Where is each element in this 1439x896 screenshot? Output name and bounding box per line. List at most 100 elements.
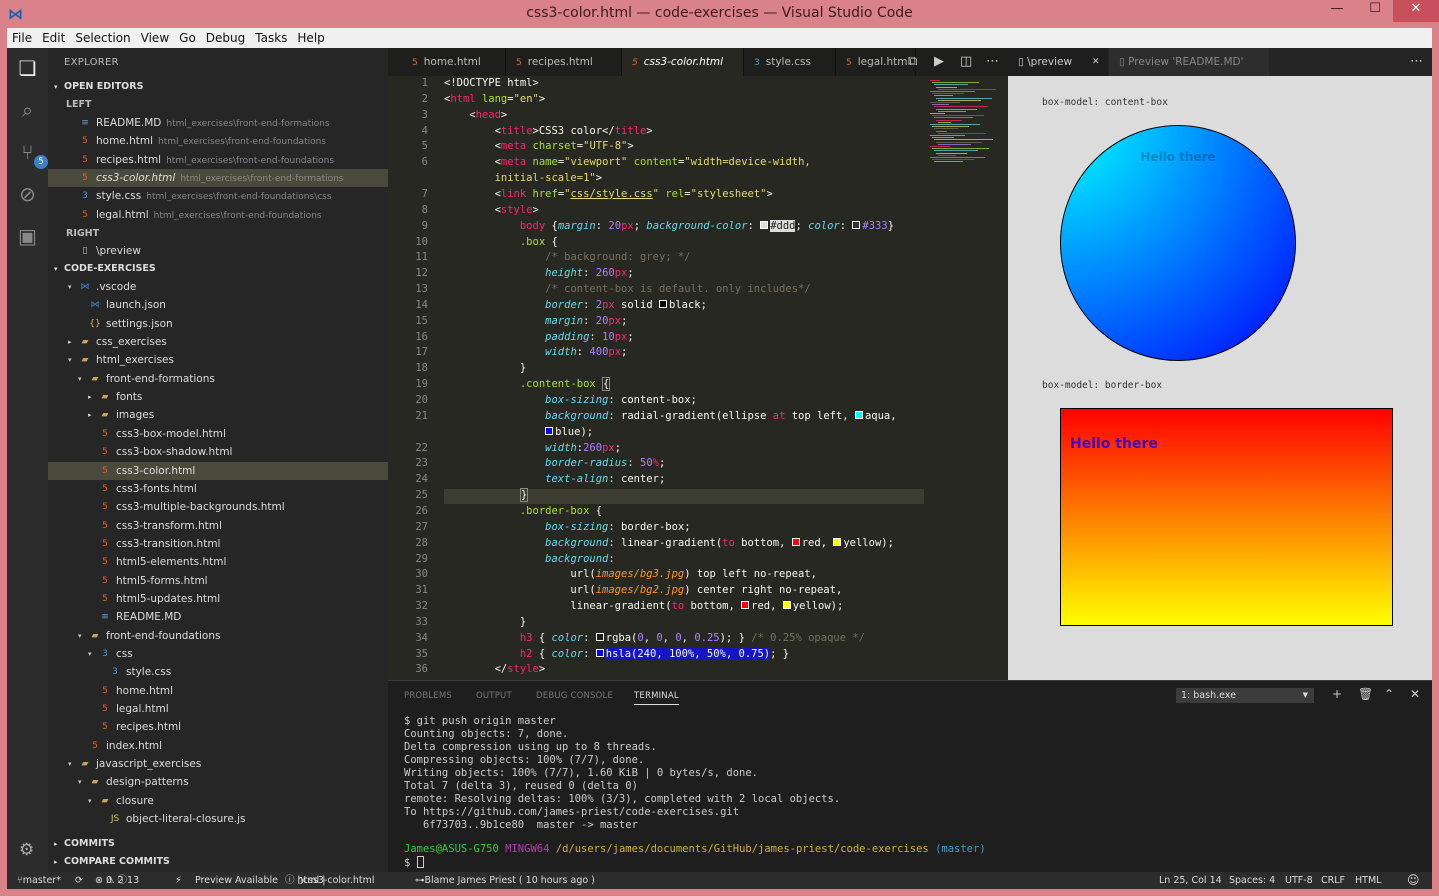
tree-item[interactable]: ▾ ▰ front-end-formations	[48, 370, 388, 388]
tab-debug-console[interactable]: DEBUG CONSOLE	[536, 691, 613, 701]
tree-item[interactable]: 5 index.html	[48, 737, 388, 755]
extensions-icon[interactable]: ▣	[15, 224, 40, 249]
more-icon[interactable]: ⋯	[986, 54, 999, 69]
maximize-button[interactable]: ☐	[1358, 0, 1392, 22]
preview-available[interactable]: Preview Available	[195, 872, 278, 889]
tree-item[interactable]: ▾ ▰ javascript_exercises	[48, 755, 388, 773]
terminal-output[interactable]: $ git push origin master Counting objects…	[404, 715, 840, 832]
tree-item[interactable]: 5 home.html html_exercises\front-end-found…	[48, 132, 388, 150]
language-mode[interactable]: HTML	[1355, 872, 1381, 889]
menu-help[interactable]: Help	[292, 28, 329, 47]
commits-header[interactable]: ▸ COMMITS	[48, 835, 388, 853]
tree-item[interactable]: 3 style.css	[48, 663, 388, 681]
open-changes-icon[interactable]: ⧉	[908, 54, 917, 69]
compare-commits-header[interactable]: ▸ COMPARE COMMITS	[48, 853, 388, 871]
menu-go[interactable]: Go	[174, 28, 201, 47]
maximize-panel-icon[interactable]: ⌃	[1384, 687, 1394, 701]
tree-item[interactable]: 5 css3-transition.html	[48, 535, 388, 553]
indentation[interactable]: Spaces: 4	[1229, 872, 1275, 889]
branch-status[interactable]: ⑂ master*	[17, 872, 61, 889]
tree-item[interactable]: JS object-literal-closure.js	[48, 810, 388, 828]
code-line: <meta name="viewport" content="width=dev…	[444, 156, 811, 169]
minimap-line	[932, 148, 989, 150]
trash-icon[interactable]: 🗑	[1358, 687, 1373, 701]
terminal-select[interactable]: 1: bash.exe ▼	[1176, 688, 1314, 703]
tree-item[interactable]: ▾ ▰ design-patterns	[48, 773, 388, 791]
add-terminal-icon[interactable]: +	[1332, 687, 1342, 701]
menu-selection[interactable]: Selection	[70, 28, 135, 47]
menu-tasks[interactable]: Tasks	[250, 28, 292, 47]
open-editors-header[interactable]: ▾ OPEN EDITORS	[48, 78, 388, 96]
encoding[interactable]: UTF-8	[1285, 872, 1313, 889]
tree-item[interactable]: 5 html5-elements.html	[48, 553, 388, 571]
tree-item[interactable]: 5 css3-box-model.html	[48, 425, 388, 443]
tree-item[interactable]: 5 html5-forms.html	[48, 572, 388, 590]
tab-css3-color-html[interactable]: 5 css3-color.html	[622, 48, 744, 76]
terminal-input-line[interactable]: $	[404, 856, 424, 870]
tree-item[interactable]: ≡ README.MD	[48, 608, 388, 626]
close-tab-icon[interactable]: ✕	[1092, 48, 1100, 76]
tree-item[interactable]: 5 css3-transform.html	[48, 517, 388, 535]
tree-item[interactable]: 5 legal.html	[48, 700, 388, 718]
tree-item[interactable]: ▯ \preview	[48, 242, 388, 260]
tree-item[interactable]: 5 html5-updates.html	[48, 590, 388, 608]
gear-icon[interactable]: ⚙	[19, 840, 34, 860]
menu-file[interactable]: File	[7, 28, 37, 47]
folder-icon: ▰	[91, 630, 99, 641]
tree-item[interactable]: ▸ ▰ fonts	[48, 388, 388, 406]
tree-item[interactable]: 5 css3-color.html html_exercises\front-end…	[48, 168, 388, 187]
feedback-smiley-icon[interactable]: ☺	[1407, 872, 1420, 889]
tree-item[interactable]: ▸ ▰ images	[48, 406, 388, 424]
html-file-status[interactable]: ⓘ html | ▯ css3-color.html	[285, 872, 375, 889]
tree-item[interactable]: ▾ ▰ front-end-foundations	[48, 627, 388, 645]
tree-item[interactable]: {} settings.json	[48, 315, 388, 333]
tree-item[interactable]: ▸ ▰ css_exercises	[48, 333, 388, 351]
tree-item[interactable]: ⋈ launch.json	[48, 296, 388, 314]
tree-item[interactable]: ▾ ⋈ .vscode	[48, 278, 388, 296]
menu-debug[interactable]: Debug	[201, 28, 250, 47]
menu-view[interactable]: View	[136, 28, 174, 47]
menu-edit[interactable]: Edit	[37, 28, 70, 47]
tree-item[interactable]: 5 css3-fonts.html	[48, 480, 388, 498]
tab-problems[interactable]: PROBLEMS	[404, 691, 452, 701]
tree-item[interactable]: ≡ README.MD html_exercises\front-end-forma…	[48, 114, 388, 132]
tab-terminal[interactable]: TERMINAL	[634, 691, 679, 705]
tree-item[interactable]: 5 css3-multiple-backgrounds.html	[48, 498, 388, 516]
tree-item[interactable]: ▾ ▰ html_exercises	[48, 351, 388, 369]
more-icon[interactable]: ⋯	[1410, 54, 1423, 69]
tree-item[interactable]: 5 home.html	[48, 682, 388, 700]
tab-legal-html[interactable]: 5 legal.html	[836, 48, 916, 76]
line-endings[interactable]: CRLF	[1321, 872, 1345, 889]
search-icon[interactable]: ⌕	[15, 98, 40, 123]
tab-readme-preview[interactable]: ▯ Preview 'README.MD'	[1109, 48, 1269, 76]
close-panel-icon[interactable]: ✕	[1410, 687, 1420, 701]
tree-item[interactable]: 3 style.css html_exercises\front-end-found…	[48, 187, 388, 205]
debug-icon[interactable]: ⊘	[15, 182, 40, 207]
tab-preview[interactable]: ▯ \preview ✕	[1008, 48, 1108, 76]
tab-home-html[interactable]: 5 home.html	[402, 48, 506, 76]
cursor-position[interactable]: Ln 25, Col 14	[1159, 872, 1222, 889]
tree-item[interactable]: 5 recipes.html html_exercises\front-end-fo…	[48, 151, 388, 169]
sync-icon[interactable]: ⟳	[75, 872, 83, 889]
minimap[interactable]	[924, 76, 1008, 680]
tree-item[interactable]: ▾ 3 css	[48, 645, 388, 663]
tree-item[interactable]: ▾ ▰ closure	[48, 792, 388, 810]
run-icon[interactable]: ▶	[934, 54, 944, 69]
source-control-icon[interactable]: ⑂ 5	[15, 140, 48, 169]
tab-recipes-html[interactable]: 5 recipes.html	[506, 48, 622, 76]
tree-item[interactable]: 5 css3-color.html	[48, 461, 388, 480]
problems-status[interactable]: ⊗ 0 ⚠ 2 ⓘ 13	[95, 872, 139, 889]
tab-style-css[interactable]: 3 style.css	[744, 48, 836, 76]
minimize-button[interactable]: —	[1320, 0, 1354, 22]
tab-output[interactable]: OUTPUT	[476, 691, 512, 701]
explorer-icon[interactable]: ❏	[15, 56, 40, 81]
project-header[interactable]: ▾ CODE-EXERCISES	[48, 260, 388, 278]
code-area[interactable]: <!DOCTYPE html> <html lang="en"> <head> <…	[444, 76, 924, 680]
split-editor-icon[interactable]: ◫	[960, 54, 972, 69]
close-button[interactable]: ✕	[1393, 0, 1439, 22]
tree-item[interactable]: 5 css3-box-shadow.html	[48, 443, 388, 461]
tree-item[interactable]: 5 legal.html html_exercises\front-end-foun…	[48, 206, 388, 224]
html5-icon: 5	[102, 575, 108, 586]
tree-item[interactable]: 5 recipes.html	[48, 718, 388, 736]
blame-status[interactable]: ⊶ Blame James Priest ( 10 hours ago )	[415, 872, 595, 889]
